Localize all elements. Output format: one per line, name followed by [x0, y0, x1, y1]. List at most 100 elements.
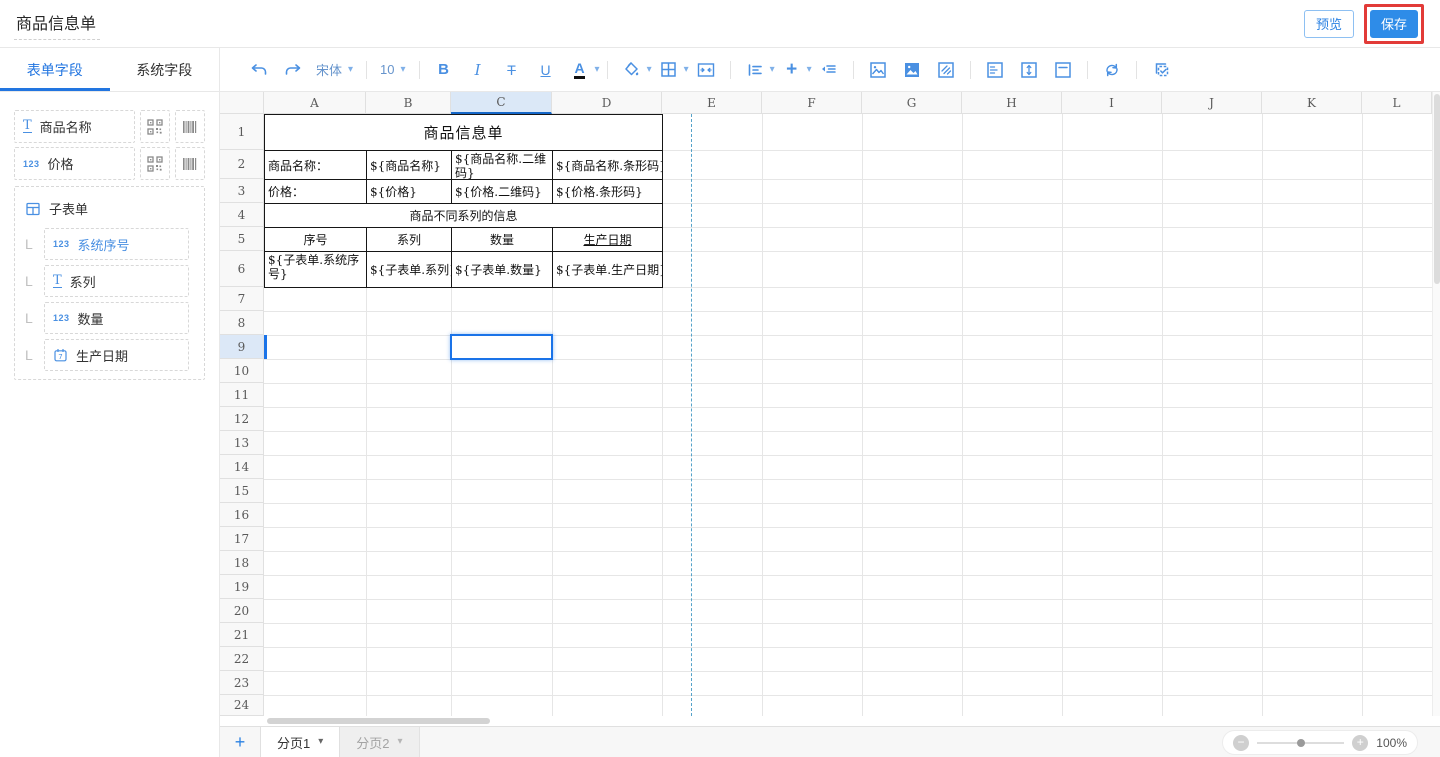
row-header[interactable]: 23	[220, 671, 264, 695]
row-header[interactable]: 24	[220, 695, 264, 716]
page-title[interactable]: 商品信息单	[14, 8, 100, 40]
row-header[interactable]: 11	[220, 383, 264, 407]
save-button[interactable]: 保存	[1370, 10, 1418, 38]
field-item-quantity[interactable]: 123 数量	[44, 302, 189, 334]
merge-cells-button[interactable]	[691, 55, 721, 85]
field-item-price[interactable]: 123 价格	[14, 147, 135, 180]
row-header[interactable]: 20	[220, 599, 264, 623]
grid-cell[interactable]: ${价格.条形码}	[552, 179, 663, 204]
field-item-production-date[interactable]: 7 生产日期	[44, 339, 189, 371]
tab-form-fields[interactable]: 表单字段	[0, 48, 110, 91]
row-header[interactable]: 18	[220, 551, 264, 575]
grid-cell[interactable]: 数量	[451, 227, 553, 252]
field-item-series[interactable]: T 系列	[44, 265, 189, 297]
row-header[interactable]: 6	[220, 251, 264, 287]
column-header[interactable]: D	[552, 92, 662, 114]
insert-button[interactable]: + ▾	[775, 55, 812, 85]
row-header[interactable]: 10	[220, 359, 264, 383]
field-item-serial-number[interactable]: 123 系统序号	[44, 228, 189, 260]
column-header[interactable]: H	[962, 92, 1062, 114]
add-sheet-button[interactable]: +	[220, 732, 260, 753]
column-header[interactable]: G	[862, 92, 962, 114]
font-size-select[interactable]: 10 ▾	[374, 55, 412, 85]
selected-cell[interactable]	[450, 334, 553, 360]
grid-cell[interactable]: 商品不同系列的信息	[264, 203, 663, 228]
row-header[interactable]: 16	[220, 503, 264, 527]
grid-cell[interactable]: ${子表单.系统序号}	[264, 251, 367, 288]
copy-style-button[interactable]	[1146, 55, 1176, 85]
horizontal-scrollbar-thumb[interactable]	[267, 718, 490, 724]
row-header[interactable]: 4	[220, 203, 264, 227]
tab-system-fields[interactable]: 系统字段	[110, 48, 220, 91]
column-header[interactable]: L	[1362, 92, 1432, 114]
row-header[interactable]: 8	[220, 311, 264, 335]
grid-cell[interactable]: 价格：	[264, 179, 367, 204]
row-height-button[interactable]	[1014, 55, 1044, 85]
undo-button[interactable]	[244, 55, 274, 85]
row-header[interactable]: 9	[220, 335, 264, 359]
zoom-slider[interactable]	[1257, 742, 1344, 744]
barcode-drag-item[interactable]	[175, 147, 205, 180]
column-header[interactable]: A	[264, 92, 366, 114]
vertical-scrollbar-thumb[interactable]	[1434, 94, 1440, 284]
zoom-in-button[interactable]: +	[1352, 735, 1368, 751]
font-color-button[interactable]: A ▾	[563, 55, 600, 85]
sheet-tab-2[interactable]: 分页2 ▾	[340, 727, 419, 757]
sheet-tab-1[interactable]: 分页1 ▾	[260, 727, 340, 757]
underline-button[interactable]: U	[531, 55, 561, 85]
column-header[interactable]: C	[451, 92, 552, 114]
column-header[interactable]: J	[1162, 92, 1262, 114]
horizontal-rule-button[interactable]	[1048, 55, 1078, 85]
borders-button[interactable]: ▾	[652, 55, 689, 85]
italic-button[interactable]: I	[463, 55, 493, 85]
row-header[interactable]: 15	[220, 479, 264, 503]
field-item-product-name[interactable]: T 商品名称	[14, 110, 135, 143]
grid-cell[interactable]: ${价格}	[366, 179, 452, 204]
row-header[interactable]: 12	[220, 407, 264, 431]
column-header[interactable]: B	[366, 92, 451, 114]
select-all-corner[interactable]	[220, 92, 264, 114]
zoom-slider-knob[interactable]	[1297, 739, 1305, 747]
grid-cell[interactable]: 商品名称：	[264, 150, 367, 180]
spreadsheet[interactable]: ABCDEFGHIJKL 1 23 4567891011121314151617181…	[220, 92, 1432, 716]
grid-cell[interactable]: ${子表单.生产日期}	[552, 251, 663, 288]
row-header[interactable]: 13	[220, 431, 264, 455]
align-button[interactable]: ▾	[738, 55, 775, 85]
qrcode-drag-item[interactable]	[140, 110, 170, 143]
grid-cell[interactable]: ${价格.二维码}	[451, 179, 553, 204]
refresh-button[interactable]	[1097, 55, 1127, 85]
grid-cell[interactable]: ${子表单.数量}	[451, 251, 553, 288]
row-header[interactable]: 17	[220, 527, 264, 551]
grid-cell[interactable]: ${商品名称.二维码}	[451, 150, 553, 180]
column-header[interactable]: K	[1262, 92, 1362, 114]
column-header[interactable]: I	[1062, 92, 1162, 114]
row-header[interactable]: 5	[220, 227, 264, 251]
indent-button[interactable]	[814, 55, 844, 85]
qrcode-drag-item[interactable]	[140, 147, 170, 180]
grid-cell[interactable]: ${商品名称.条形码}	[552, 150, 663, 180]
column-header[interactable]: E	[662, 92, 762, 114]
row-header[interactable]: 1	[220, 114, 264, 150]
column-header[interactable]: F	[762, 92, 862, 114]
row-header[interactable]: 7	[220, 287, 264, 311]
bold-button[interactable]: B	[429, 55, 459, 85]
grid-cell[interactable]: ${商品名称}	[366, 150, 452, 180]
zoom-out-button[interactable]: −	[1233, 735, 1249, 751]
grid-cell[interactable]: ${子表单.系列}	[366, 251, 452, 288]
grid-cell[interactable]: 序号	[264, 227, 367, 252]
subform-header[interactable]: 子表单	[15, 195, 196, 228]
redo-button[interactable]	[278, 55, 308, 85]
watermark-button[interactable]	[931, 55, 961, 85]
font-family-select[interactable]: 宋体 ▾	[310, 55, 359, 85]
grid-cell[interactable]: 商品信息单	[264, 114, 663, 151]
row-header[interactable]: 22	[220, 647, 264, 671]
barcode-drag-item[interactable]	[175, 110, 205, 143]
row-header[interactable]: 19	[220, 575, 264, 599]
strikethrough-button[interactable]: T	[497, 55, 527, 85]
grid-cell[interactable]: 生产日期	[552, 227, 663, 252]
insert-image-filled-button[interactable]	[897, 55, 927, 85]
fill-color-button[interactable]: ▾	[615, 55, 652, 85]
insert-image-button[interactable]	[863, 55, 893, 85]
row-header[interactable]: 14	[220, 455, 264, 479]
preview-button[interactable]: 预览	[1304, 10, 1354, 38]
